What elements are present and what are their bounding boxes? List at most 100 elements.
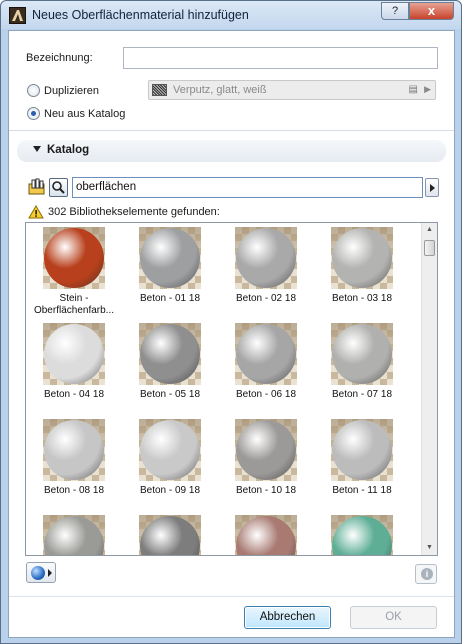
app-icon: [9, 7, 26, 24]
material-sphere: [140, 420, 200, 480]
material-label: Beton - 01 18: [139, 293, 201, 304]
cancel-button[interactable]: Abbrechen: [244, 606, 331, 629]
material-tile[interactable]: Beton - 09 18: [135, 419, 205, 514]
material-label: Stein - Oberflächenfarb...: [33, 293, 115, 316]
material-sphere: [140, 228, 200, 288]
material-thumbnail: [139, 419, 201, 481]
material-tile[interactable]: [39, 515, 109, 555]
material-label: Beton - 07 18: [331, 389, 393, 400]
material-tile[interactable]: Beton - 04 18: [39, 323, 109, 418]
material-thumbnail: [43, 323, 105, 385]
material-sphere: [236, 228, 296, 288]
name-label: Bezeichnung:: [26, 52, 93, 64]
library-folder-icon[interactable]: [28, 178, 46, 196]
material-thumbnail: [331, 515, 393, 555]
material-label: Beton - 11 18: [332, 485, 392, 496]
catalog-section-title: Katalog: [47, 144, 90, 156]
material-label: Beton - 09 18: [139, 485, 201, 496]
new-from-catalog-radio[interactable]: [27, 107, 40, 120]
material-label: Beton - 04 18: [43, 389, 105, 400]
material-sphere: [140, 516, 200, 555]
material-tile[interactable]: [231, 515, 301, 555]
chevron-right-icon: [48, 569, 52, 577]
info-button[interactable]: i: [415, 564, 437, 584]
material-thumbnail: [331, 419, 393, 481]
material-sphere: [140, 324, 200, 384]
material-sphere: [236, 420, 296, 480]
material-tile[interactable]: Beton - 10 18: [231, 419, 301, 514]
globe-icon[interactable]: [26, 562, 56, 583]
help-button[interactable]: ?: [381, 2, 409, 20]
material-tile[interactable]: Stein - Oberflächenfarb...: [34, 227, 114, 322]
material-thumbnail: [43, 419, 105, 481]
material-thumbnail: [331, 227, 393, 289]
title-bar: Neues Oberflächenmaterial hinzufügen ? x: [1, 1, 461, 29]
material-sphere: [44, 324, 104, 384]
duplicate-radio[interactable]: [27, 84, 40, 97]
gallery-scrollbar[interactable]: ▲ ▼: [421, 223, 437, 555]
material-tile[interactable]: Beton - 05 18: [135, 323, 205, 418]
ok-button[interactable]: OK: [350, 606, 437, 629]
duplicate-material-name: Verputz, glatt, weiß: [173, 84, 267, 96]
duplicate-label[interactable]: Duplizieren: [44, 85, 99, 97]
material-swatch-icon: [152, 84, 167, 96]
chevron-right-icon: ▶: [424, 84, 431, 94]
divider: [9, 596, 454, 597]
scroll-down-icon[interactable]: ▼: [422, 541, 437, 555]
document-icon: ▤: [408, 84, 418, 95]
material-thumbnail: [139, 227, 201, 289]
result-count: 302 Bibliothekselemente gefunden:: [48, 206, 220, 218]
material-tile[interactable]: [327, 515, 397, 555]
material-tile[interactable]: Beton - 08 18: [39, 419, 109, 514]
search-input[interactable]: oberflächen: [72, 177, 423, 198]
material-label: Beton - 06 18: [235, 389, 297, 400]
material-tile[interactable]: Beton - 01 18: [135, 227, 205, 322]
globe-sphere: [31, 566, 45, 580]
material-tile[interactable]: Beton - 03 18: [327, 227, 397, 322]
material-thumbnail: [139, 515, 201, 555]
material-thumbnail: [43, 227, 105, 289]
search-icon[interactable]: [49, 178, 68, 197]
window-title: Neues Oberflächenmaterial hinzufügen: [32, 8, 249, 22]
triangle-down-icon: [33, 146, 41, 152]
material-tile[interactable]: [135, 515, 205, 555]
material-thumbnail: [139, 323, 201, 385]
name-field[interactable]: [123, 47, 438, 69]
close-button[interactable]: x: [409, 2, 454, 20]
search-options-button[interactable]: [425, 178, 439, 197]
material-label: Beton - 08 18: [43, 485, 105, 496]
material-sphere: [332, 516, 392, 555]
scroll-up-icon[interactable]: ▲: [422, 223, 437, 237]
material-thumbnail: [331, 323, 393, 385]
material-sphere: [332, 228, 392, 288]
catalog-gallery: Stein - Oberflächenfarb... Beton - 01 18 B…: [25, 222, 438, 556]
dialog-window: Neues Oberflächenmaterial hinzufügen ? x…: [0, 0, 462, 644]
material-label: Beton - 02 18: [235, 293, 297, 304]
material-thumbnail: [235, 227, 297, 289]
material-thumbnail: [235, 323, 297, 385]
material-tile[interactable]: Beton - 07 18: [327, 323, 397, 418]
info-icon: i: [421, 568, 433, 580]
dialog-content: Bezeichnung: Duplizieren Verputz, glatt,…: [8, 30, 455, 638]
warning-icon: [28, 205, 44, 219]
material-thumbnail: [235, 419, 297, 481]
material-tile[interactable]: Beton - 06 18: [231, 323, 301, 418]
material-sphere: [332, 420, 392, 480]
material-tile[interactable]: Beton - 11 18: [327, 419, 397, 514]
catalog-section-header[interactable]: Katalog: [17, 140, 446, 162]
material-sphere: [332, 324, 392, 384]
scroll-thumb[interactable]: [424, 240, 435, 256]
material-sphere: [236, 516, 296, 555]
material-label: Beton - 10 18: [235, 485, 297, 496]
material-sphere: [44, 516, 104, 555]
material-tile[interactable]: Beton - 02 18: [231, 227, 301, 322]
material-sphere: [44, 228, 104, 288]
duplicate-material-field: Verputz, glatt, weiß ▤ ▶: [148, 80, 436, 100]
material-thumbnail: [235, 515, 297, 555]
material-label: Beton - 03 18: [331, 293, 393, 304]
material-sphere: [44, 420, 104, 480]
divider: [9, 130, 454, 131]
new-from-catalog-label[interactable]: Neu aus Katalog: [44, 108, 125, 120]
material-thumbnail: [43, 515, 105, 555]
material-sphere: [236, 324, 296, 384]
